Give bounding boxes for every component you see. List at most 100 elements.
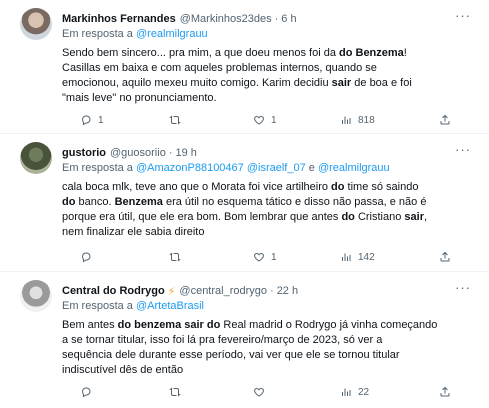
text-segment: indiscutível dês de então: [62, 364, 184, 376]
retweet-button[interactable]: [169, 114, 187, 126]
tweet-header: Central do Rodrygo ⚡ @central_rodrygo · …: [62, 282, 459, 300]
reply-count: 1: [98, 114, 104, 126]
timestamp[interactable]: 19 h: [175, 147, 196, 159]
tweet[interactable]: Markinhos Fernandes @Markinhos23des · 6 …: [0, 0, 489, 134]
text-segment: !: [403, 47, 407, 59]
reply-icon: [81, 115, 91, 126]
author-handle[interactable]: @Markinhos23des: [180, 13, 272, 25]
author-handle[interactable]: @guosoriio: [110, 147, 166, 159]
text-segment: era útil no esquema tático e disso não p…: [162, 196, 427, 208]
views-button[interactable]: 142: [340, 251, 375, 263]
action-bar: 1 142: [62, 251, 469, 267]
tweet-text-line: emocionou, aquilo mexeu muito comigo. Ka…: [62, 76, 475, 91]
tweet-text-line: nem finalizar ele sabia direito: [62, 225, 475, 240]
text-segment: Sendo bem sincero... pra mim, a que doeu…: [62, 47, 339, 59]
reply-button[interactable]: 1: [80, 114, 104, 126]
tweet-text-line: porque era útil, que ele era bom. Bom le…: [62, 210, 475, 225]
like-button[interactable]: [253, 386, 271, 398]
action-bar: 1 1 818: [62, 114, 469, 130]
text-segment: porque era útil, que ele era bom. Bom le…: [62, 211, 342, 223]
mention-link[interactable]: @realmilgrauu: [318, 162, 390, 174]
text-segment: a se tornar titular, isso foi lá pra fev…: [62, 334, 383, 346]
text-segment: Cristiano: [354, 211, 405, 223]
reply-to: Em resposta a @realmilgrauu: [62, 28, 469, 40]
avatar[interactable]: [20, 142, 52, 174]
retweet-button[interactable]: [169, 251, 187, 263]
tweet[interactable]: Central do Rodrygo ⚡ @central_rodrygo · …: [0, 272, 489, 408]
author-name[interactable]: Markinhos Fernandes: [62, 13, 176, 25]
like-icon: [254, 115, 264, 125]
more-icon[interactable]: ···: [455, 9, 471, 26]
avatar[interactable]: [20, 280, 52, 312]
views-button[interactable]: 818: [340, 114, 375, 126]
like-button[interactable]: 1: [253, 114, 277, 126]
share-button[interactable]: [439, 251, 457, 263]
mention-link[interactable]: @israelf_07: [247, 162, 306, 174]
like-icon: [254, 252, 264, 262]
separator: ·: [168, 147, 173, 159]
retweet-icon: [169, 387, 181, 397]
text-segment: Real madrid o Rodrygo já vinha começando: [220, 319, 438, 331]
retweet-icon: [169, 115, 181, 125]
text-segment: time só saindo: [344, 181, 419, 193]
text-segment: Bem antes: [62, 319, 118, 331]
highlighted-term: do: [62, 196, 76, 208]
more-icon[interactable]: ···: [455, 281, 471, 298]
reply-to: Em resposta a @ArtetaBrasil: [62, 300, 469, 312]
tweet-text-line: "mais leve" no pronunciamento.: [62, 91, 475, 106]
reply-prefix: Em resposta a: [62, 28, 133, 40]
avatar[interactable]: [20, 8, 52, 40]
tweet-text-line: Bem antes do benzema sair do Real madrid…: [62, 318, 475, 333]
tweet[interactable]: gustorio @guosoriio · 19 h ··· Em respos…: [0, 134, 489, 272]
views-icon: [342, 116, 351, 124]
tweet-header: gustorio @guosoriio · 19 h: [62, 144, 459, 162]
timestamp[interactable]: 6 h: [281, 13, 296, 25]
separator: ·: [270, 285, 274, 297]
text-segment: nem finalizar ele sabia direito: [62, 226, 205, 238]
share-button[interactable]: [439, 386, 457, 398]
more-icon[interactable]: ···: [455, 143, 471, 160]
views-button[interactable]: 22: [340, 386, 369, 398]
highlighted-term: do Benzema: [339, 47, 404, 59]
tweet-text-line: sequência dele durante esse período, vai…: [62, 348, 475, 363]
text-segment: cala boca mlk, teve ano que o Morata foi…: [62, 181, 332, 193]
author-name[interactable]: Central do Rodrygo: [62, 285, 165, 297]
highlighted-term: do: [341, 211, 355, 223]
mention-link[interactable]: @realmilgrauu: [136, 28, 208, 40]
mention-link[interactable]: @ArtetaBrasil: [136, 300, 204, 312]
views-icon: [342, 253, 351, 261]
views-icon: [342, 388, 351, 396]
views-count: 22: [358, 386, 370, 398]
text-segment: Casillas em baixa e com aqueles problema…: [62, 62, 377, 74]
share-icon: [440, 386, 450, 397]
author-name[interactable]: gustorio: [62, 147, 106, 159]
reply-icon: [81, 252, 91, 263]
reply-prefix: Em resposta a: [62, 300, 133, 312]
highlighted-term: do benzema sair do: [117, 319, 221, 331]
share-button[interactable]: [439, 114, 457, 126]
like-icon: [254, 387, 264, 397]
retweet-button[interactable]: [169, 386, 187, 398]
tweet-text-line: cala boca mlk, teve ano que o Morata foi…: [62, 180, 475, 195]
timestamp[interactable]: 22 h: [277, 285, 298, 297]
like-button[interactable]: 1: [253, 251, 277, 263]
retweet-icon: [169, 252, 181, 262]
like-count: 1: [271, 114, 277, 126]
tweet-text-line: Casillas em baixa e com aqueles problema…: [62, 61, 475, 76]
author-handle[interactable]: @central_rodrygo: [179, 285, 267, 297]
mention-link[interactable]: @AmazonP88100467: [136, 162, 244, 174]
tweet-text-line: indiscutível dês de então: [62, 363, 475, 378]
highlighted-term: do: [331, 181, 345, 193]
reply-icon: [81, 387, 91, 398]
tweet-text-line: do banco. Benzema era útil no esquema tá…: [62, 195, 475, 210]
reply-button[interactable]: [80, 386, 98, 398]
views-count: 818: [358, 114, 375, 126]
action-bar: 22: [62, 386, 469, 402]
mention-joiner: e: [305, 162, 318, 174]
share-icon: [440, 114, 450, 125]
highlighted-term: Benzema: [114, 196, 163, 208]
highlighted-term: sair: [404, 211, 424, 223]
tweet-text: Sendo bem sincero... pra mim, a que doeu…: [62, 46, 475, 106]
tweet-text: Bem antes do benzema sair do Real madrid…: [62, 318, 475, 378]
reply-button[interactable]: [80, 251, 98, 263]
